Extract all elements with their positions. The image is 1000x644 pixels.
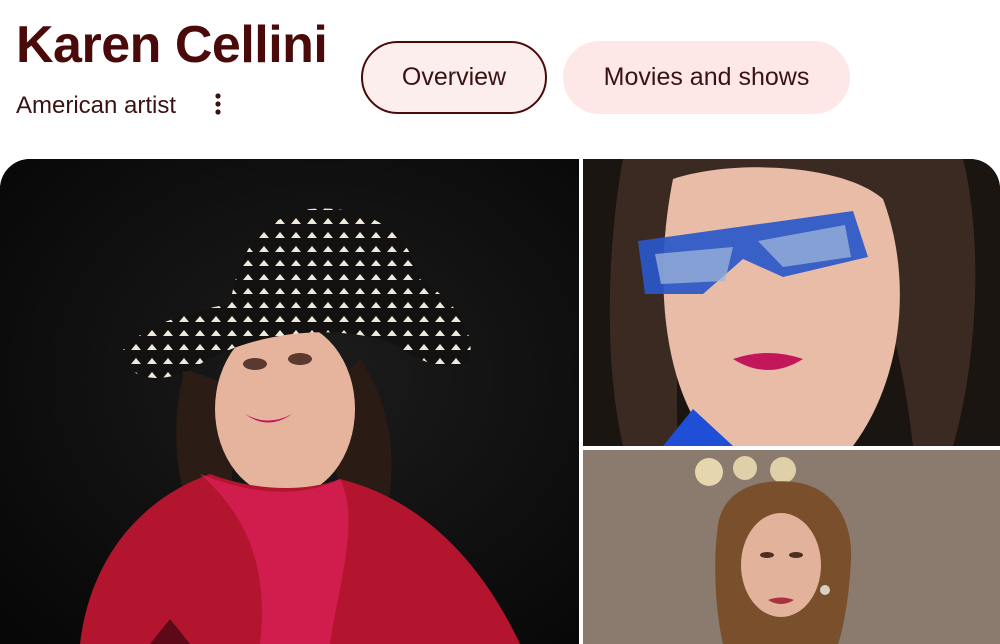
- knowledge-panel: Karen Cellini American artist Overview M…: [0, 0, 1000, 644]
- film-still-image: [583, 450, 1000, 644]
- entity-title: Karen Cellini: [16, 16, 328, 74]
- portrait-image: [0, 159, 579, 644]
- photo-woman-vintage-still[interactable]: [583, 450, 1000, 644]
- tab-overview[interactable]: Overview: [361, 41, 547, 114]
- tab-movies-and-shows[interactable]: Movies and shows: [563, 41, 850, 114]
- panel-header: Karen Cellini American artist Overview M…: [0, 0, 1000, 150]
- photo-woman-polka-dot-hat[interactable]: [0, 159, 579, 644]
- more-options-button[interactable]: [204, 88, 232, 120]
- more-vertical-icon: [215, 93, 221, 115]
- entity-subtitle: American artist: [16, 92, 177, 119]
- photo-woman-blue-glasses[interactable]: [583, 159, 1000, 446]
- tab-overview-label: Overview: [401, 63, 507, 91]
- tab-movies-and-shows-label: Movies and shows: [603, 63, 810, 91]
- portrait-image: [583, 159, 1000, 446]
- image-gallery: [0, 159, 1000, 644]
